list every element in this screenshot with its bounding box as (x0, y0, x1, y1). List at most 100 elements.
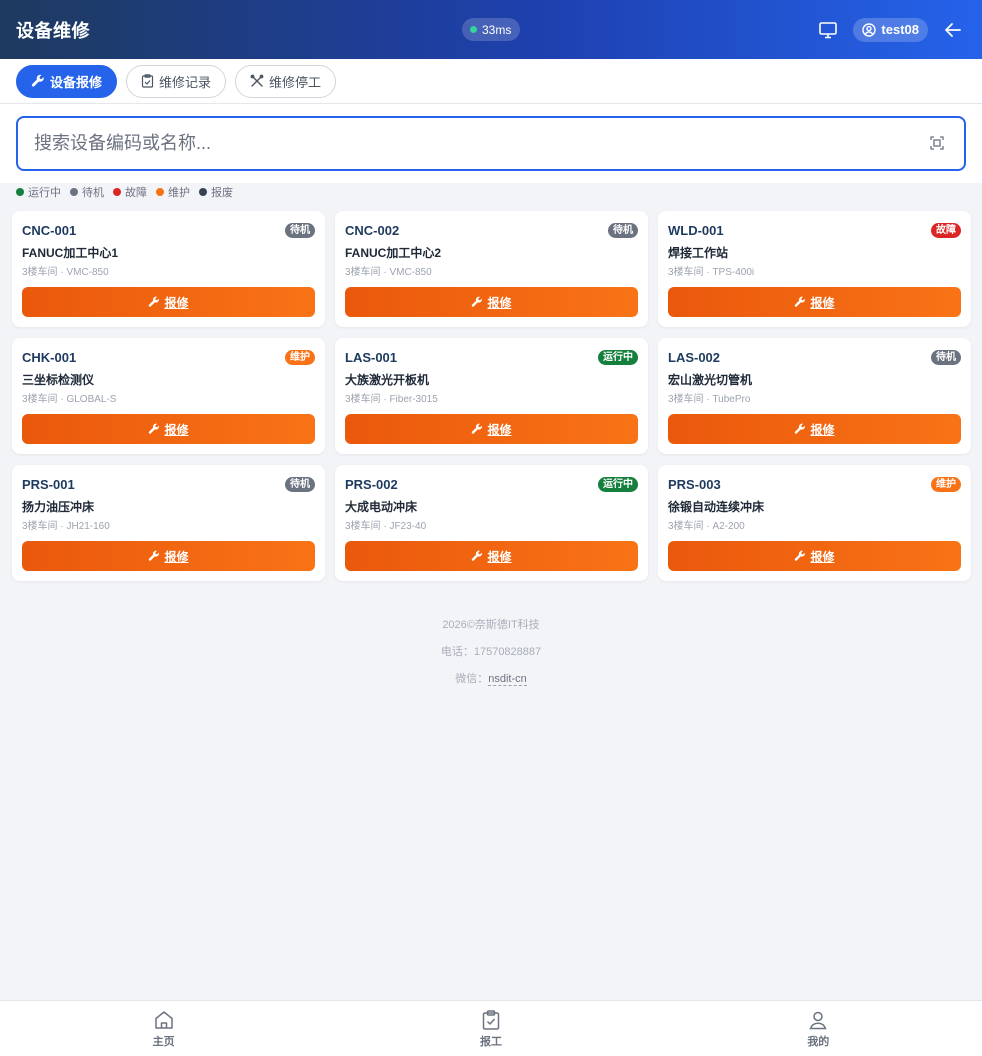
tab-label: 维修记录 (159, 74, 212, 90)
device-code: PRS-003 (668, 476, 721, 492)
device-card[interactable]: LAS-002 待机 宏山激光切管机 3楼车间 · TubePro 报修 (658, 338, 971, 454)
legend-label: 报废 (211, 186, 233, 199)
user-circle-icon (862, 22, 877, 37)
copyright-text: 2026©奈斯德IT科技 (442, 619, 540, 631)
repair-button[interactable]: 报修 (345, 541, 638, 571)
status-badge: 待机 (931, 349, 961, 365)
user-icon (809, 1011, 827, 1029)
legend-label: 维护 (168, 186, 190, 199)
legend-item: 运行中 (16, 184, 61, 200)
wechat-id[interactable]: nsdit-cn (488, 673, 527, 686)
repair-button[interactable]: 报修 (668, 414, 961, 444)
status-badge: 待机 (285, 222, 315, 238)
legend-label: 运行中 (28, 186, 61, 199)
repair-button[interactable]: 报修 (668, 287, 961, 317)
repair-button[interactable]: 报修 (22, 414, 315, 444)
device-meta: 3楼车间 · VMC-850 (345, 267, 432, 278)
search-input[interactable] (34, 133, 930, 154)
device-meta: 3楼车间 · JF23-40 (345, 521, 427, 532)
device-card[interactable]: PRS-003 维护 徐锻自动连续冲床 3楼车间 · A2-200 报修 (658, 465, 971, 581)
card-header: PRS-003 维护 (668, 476, 961, 492)
wrench-icon (31, 74, 44, 87)
status-badge: 运行中 (598, 476, 638, 492)
wrench-icon (149, 296, 160, 307)
device-card[interactable]: CHK-001 维护 三坐标检测仪 3楼车间 · GLOBAL-S 报修 (12, 338, 325, 454)
device-name: 宏山激光切管机 (668, 373, 753, 387)
device-name: 扬力油压冲床 (22, 500, 95, 514)
tools-icon (250, 74, 264, 87)
repair-label: 报修 (164, 549, 189, 564)
card-header: LAS-002 待机 (668, 349, 961, 365)
device-card[interactable]: LAS-001 运行中 大族激光开板机 3楼车间 · Fiber-3015 报修 (335, 338, 648, 454)
wrench-icon (795, 423, 806, 434)
repair-label: 报修 (810, 295, 835, 310)
repair-label: 报修 (810, 422, 835, 437)
page-title: 设备维修 (16, 20, 90, 41)
wrench-icon (795, 550, 806, 561)
repair-button[interactable]: 报修 (668, 541, 961, 571)
status-badge: 故障 (931, 222, 961, 238)
repair-button[interactable]: 报修 (345, 414, 638, 444)
device-name: 徐锻自动连续冲床 (668, 500, 765, 514)
status-badge: 运行中 (598, 349, 638, 365)
card-header: CNC-002 待机 (345, 222, 638, 238)
legend-item: 维护 (156, 184, 190, 200)
legend-dot (70, 187, 78, 196)
repair-button[interactable]: 报修 (22, 541, 315, 571)
search-section (0, 104, 982, 183)
footer-info: 2026©奈斯德IT科技 电话：17570828887 微信：nsdit-cn (0, 617, 982, 698)
device-meta: 3楼车间 · A2-200 (668, 521, 745, 532)
repair-label: 报修 (164, 422, 189, 437)
tab-repair-records[interactable]: 维修记录 (126, 64, 227, 98)
scan-icon[interactable] (930, 135, 946, 152)
wrench-icon (472, 423, 483, 434)
device-code: LAS-002 (668, 349, 721, 365)
device-grid: CNC-001 待机 FANUC加工中心1 3楼车间 · VMC-850 报修 CNC-0… (0, 199, 982, 581)
status-badge: 待机 (285, 476, 315, 492)
tab-label: 设备报修 (50, 74, 103, 90)
device-card[interactable]: CNC-001 待机 FANUC加工中心1 3楼车间 · VMC-850 报修 (12, 211, 325, 327)
device-name: 大族激光开板机 (345, 373, 430, 387)
card-header: WLD-001 故障 (668, 222, 961, 238)
nav-profile[interactable]: 我的 (778, 1009, 858, 1049)
repair-button[interactable]: 报修 (345, 287, 638, 317)
tab-repair-report[interactable]: 设备报修 (16, 64, 118, 98)
device-code: CNC-002 (345, 222, 400, 238)
latency-value: 33ms (482, 22, 512, 37)
status-badge: 维护 (285, 349, 315, 365)
device-name: 三坐标检测仪 (22, 373, 95, 387)
card-header: PRS-001 待机 (22, 476, 315, 492)
nav-home[interactable]: 主页 (124, 1009, 204, 1049)
status-dot (470, 26, 477, 33)
repair-button[interactable]: 报修 (22, 287, 315, 317)
device-name: FANUC加工中心2 (345, 246, 442, 260)
nav-report-work[interactable]: 报工 (451, 1009, 531, 1049)
wrench-icon (472, 296, 483, 307)
tab-repair-downtime[interactable]: 维修停工 (235, 64, 337, 98)
legend-item: 故障 (113, 184, 147, 200)
repair-label: 报修 (810, 549, 835, 564)
header-actions: test08 (815, 17, 966, 43)
back-arrow-icon[interactable] (940, 17, 966, 43)
device-card[interactable]: CNC-002 待机 FANUC加工中心2 3楼车间 · VMC-850 报修 (335, 211, 648, 327)
legend-dot (156, 187, 164, 196)
device-card[interactable]: PRS-002 运行中 大成电动冲床 3楼车间 · JF23-40 报修 (335, 465, 648, 581)
clipboard-icon (141, 74, 154, 88)
user-button[interactable]: test08 (853, 17, 928, 42)
device-name: FANUC加工中心1 (22, 246, 119, 260)
wrench-icon (149, 423, 160, 434)
clipboard-check-icon (482, 1009, 500, 1030)
top-header: 设备维修 33ms test08 (0, 0, 982, 59)
device-card[interactable]: WLD-001 故障 焊接工作站 3楼车间 · TPS-400i 报修 (658, 211, 971, 327)
device-card[interactable]: PRS-001 待机 扬力油压冲床 3楼车间 · JH21-160 报修 (12, 465, 325, 581)
nav-label: 主页 (152, 1035, 175, 1048)
device-code: WLD-001 (668, 222, 724, 238)
wrench-icon (149, 550, 160, 561)
legend-dot (199, 187, 207, 196)
device-code: LAS-001 (345, 349, 398, 365)
device-code: CNC-001 (22, 222, 77, 238)
tab-label: 维修停工 (269, 74, 322, 90)
username: test08 (881, 22, 919, 37)
device-code: CHK-001 (22, 349, 77, 365)
monitor-icon[interactable] (815, 17, 841, 43)
